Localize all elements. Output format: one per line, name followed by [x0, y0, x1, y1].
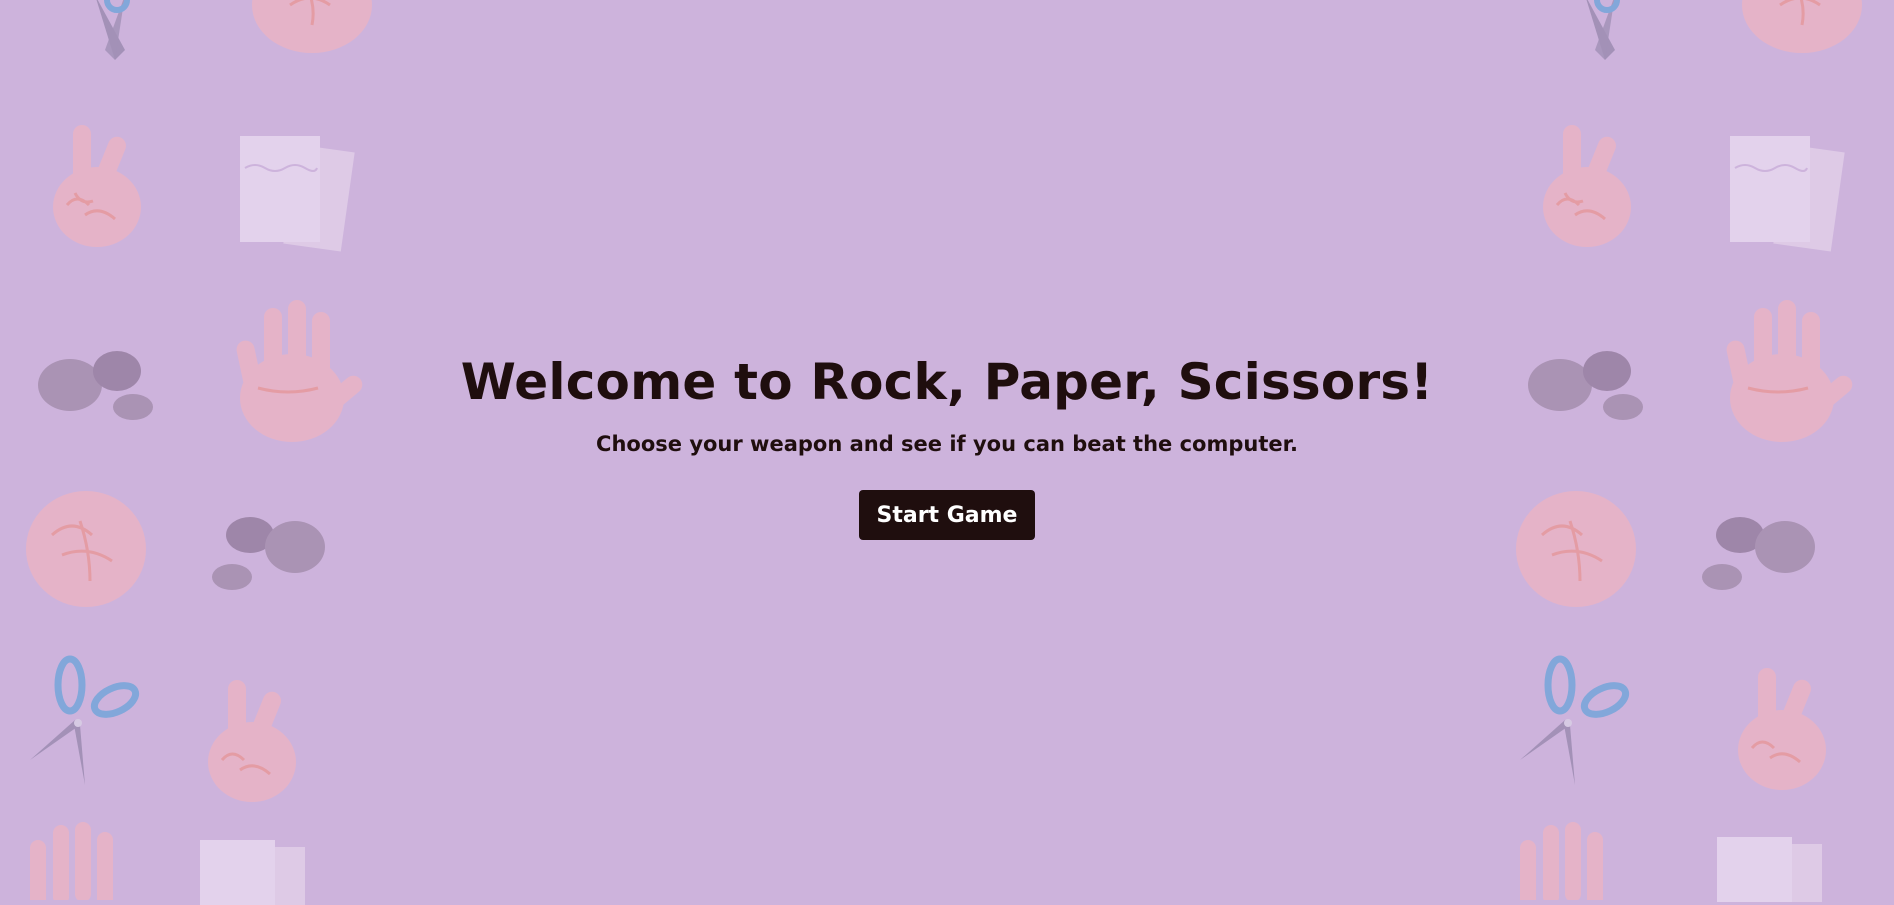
welcome-title: Welcome to Rock, Paper, Scissors! — [460, 353, 1434, 411]
fist-icon — [1742, 0, 1862, 53]
open-hand-icon — [30, 822, 113, 900]
paper-icon — [1730, 136, 1845, 252]
paper-icon — [1717, 837, 1822, 902]
paper-icon — [200, 840, 305, 905]
peace-hand-icon — [208, 680, 296, 802]
open-hand-icon — [1520, 822, 1603, 900]
scissors-icon — [1520, 655, 1630, 785]
peace-hand-icon — [53, 125, 141, 247]
fist-icon — [252, 0, 372, 53]
peace-hand-icon — [1543, 125, 1631, 247]
scissors-icon — [1586, 0, 1620, 60]
start-game-button[interactable]: Start Game — [858, 490, 1036, 540]
welcome-subtitle: Choose your weapon and see if you can be… — [596, 432, 1298, 456]
peace-hand-icon — [1738, 668, 1826, 790]
scissors-icon — [96, 0, 130, 60]
welcome-screen: Welcome to Rock, Paper, Scissors! Choose… — [0, 355, 1894, 540]
paper-icon — [240, 136, 355, 252]
scissors-icon — [30, 655, 140, 785]
